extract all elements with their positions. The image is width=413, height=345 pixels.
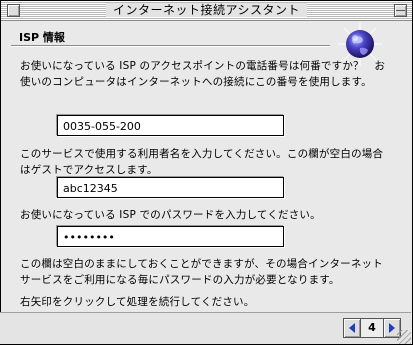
title-bar[interactable]: インターネット接続アシスタント — [1, 1, 412, 21]
collapse-box[interactable] — [394, 4, 407, 17]
left-arrow-icon — [349, 323, 355, 333]
navigation-bar: 4 — [0, 312, 411, 344]
page-number: 4 — [361, 318, 383, 338]
page-navigation: 4 — [343, 318, 401, 338]
blank-note: この欄は空白のままにしておくことができますが、その場合インターネットサービスをご… — [20, 258, 383, 286]
username-prompt: このサービスで使用する利用者名を入力してください。この欄が空白の場合はゲストでア… — [20, 148, 384, 176]
right-arrow-icon — [389, 323, 395, 333]
window-title-container: インターネット接続アシスタント — [1, 2, 412, 18]
window-title: インターネット接続アシスタント — [105, 3, 308, 17]
password-field[interactable]: •••••••• — [57, 226, 284, 247]
phone-number-field[interactable]: 0035-055-200 — [57, 115, 284, 136]
resize-grip[interactable] — [397, 330, 411, 344]
continue-note: 右矢印をクリックして処理を続行してください。 — [20, 296, 255, 308]
section-divider — [11, 45, 330, 47]
phone-prompt: お使いになっている ISP のアクセスポイントの電話番号は何番ですか？ お使いの… — [20, 60, 386, 88]
password-prompt: お使いになっている ISP でのパスワードを入力してください。 — [20, 209, 321, 221]
section-title: ISP 情報 — [19, 31, 65, 44]
username-field[interactable]: abc12345 — [57, 177, 284, 198]
previous-page-button[interactable] — [343, 318, 361, 338]
